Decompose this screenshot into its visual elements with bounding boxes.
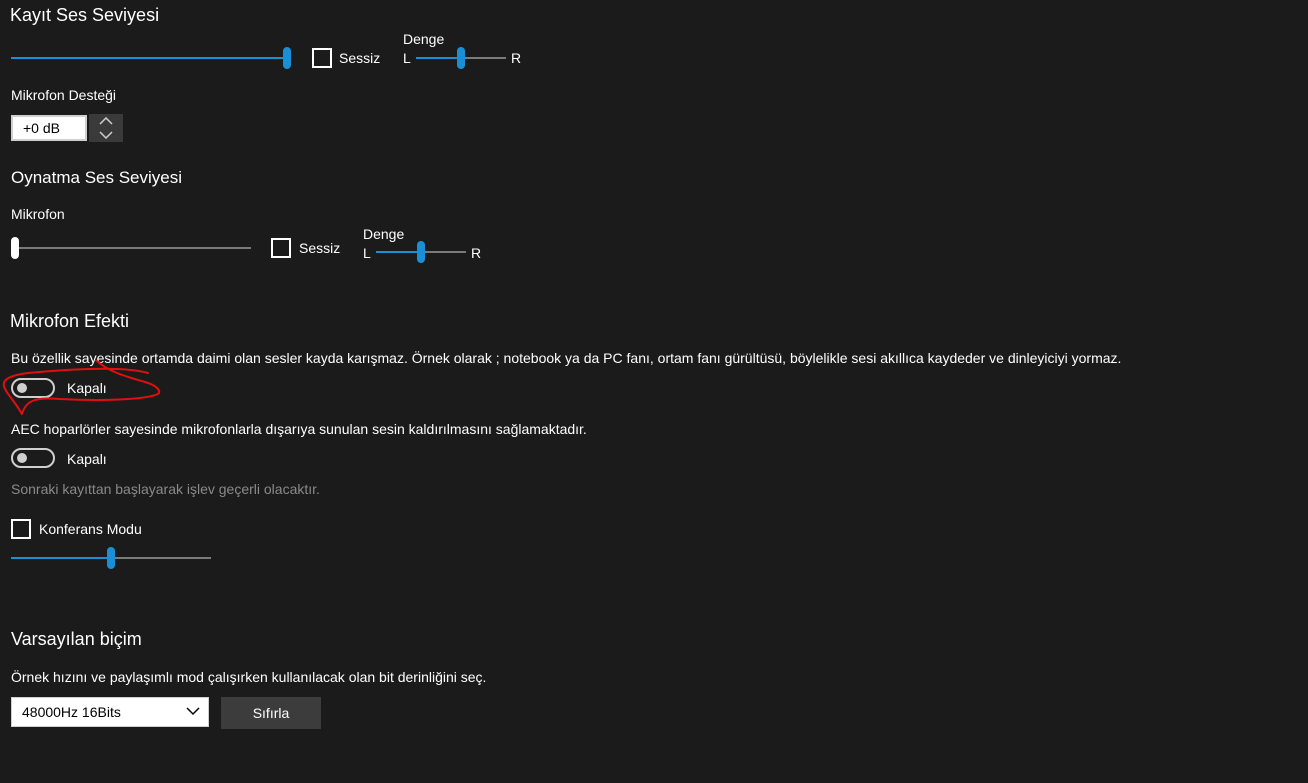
playback-balance-left-label: L bbox=[363, 245, 371, 261]
slider-thumb[interactable] bbox=[457, 47, 465, 69]
playback-mic-label: Mikrofon bbox=[11, 206, 65, 222]
default-format-title: Varsayılan biçim bbox=[11, 629, 142, 649]
toggle-knob bbox=[17, 453, 27, 463]
noise-suppression-description: Bu özellik sayesinde ortamda daimi olan … bbox=[11, 350, 1122, 366]
slider-thumb[interactable] bbox=[283, 47, 291, 69]
recording-mute-checkbox[interactable] bbox=[312, 48, 332, 68]
stepper-down-button[interactable] bbox=[89, 128, 123, 142]
aec-toggle[interactable] bbox=[11, 448, 55, 468]
mic-effect-title: Mikrofon Efekti bbox=[10, 311, 130, 331]
playback-balance-right-label: R bbox=[471, 245, 482, 261]
slider-track bbox=[11, 247, 251, 249]
slider-fill bbox=[376, 251, 421, 253]
conference-mode-label: Konferans Modu bbox=[39, 521, 142, 537]
slider-fill bbox=[11, 57, 287, 59]
slider-thumb[interactable] bbox=[417, 241, 425, 263]
mic-boost-label: Mikrofon Desteği bbox=[11, 87, 117, 103]
slider-fill bbox=[416, 57, 461, 59]
reset-button[interactable]: Sıfırla bbox=[221, 697, 321, 729]
chevron-up-icon bbox=[99, 117, 113, 125]
chevron-down-icon bbox=[186, 707, 200, 716]
default-format-description: Örnek hızını ve paylaşımlı mod çalışırke… bbox=[11, 669, 487, 685]
slider-thumb[interactable] bbox=[11, 237, 19, 259]
recording-mute-label: Sessiz bbox=[339, 50, 381, 66]
mic-boost-stepper[interactable] bbox=[89, 114, 123, 142]
mic-boost-value-field[interactable]: +0 dB bbox=[11, 115, 87, 141]
slider-fill bbox=[11, 557, 111, 559]
chevron-down-icon bbox=[99, 131, 113, 139]
recording-balance-left-label: L bbox=[403, 50, 411, 66]
slider-thumb[interactable] bbox=[107, 547, 115, 569]
playback-volume-title: Oynatma Ses Seviyesi bbox=[11, 168, 183, 187]
format-select[interactable]: 48000Hz 16Bits bbox=[11, 697, 209, 727]
playback-mute-label: Sessiz bbox=[299, 240, 341, 256]
playback-balance-label: Denge bbox=[363, 226, 405, 242]
recording-balance-slider[interactable] bbox=[416, 47, 506, 69]
conference-mode-checkbox[interactable] bbox=[11, 519, 31, 539]
conference-level-slider[interactable] bbox=[11, 547, 211, 569]
format-select-value: 48000Hz 16Bits bbox=[22, 704, 121, 720]
playback-mute-checkbox[interactable] bbox=[271, 238, 291, 258]
red-annotation-circle bbox=[2, 360, 161, 415]
recording-balance-right-label: R bbox=[511, 50, 522, 66]
stepper-up-button[interactable] bbox=[89, 114, 123, 128]
recording-balance-label: Denge bbox=[403, 31, 445, 47]
aec-description: AEC hoparlörler sayesinde mikrofonlarla … bbox=[11, 421, 587, 437]
aec-toggle-label: Kapalı bbox=[67, 451, 107, 467]
playback-balance-slider[interactable] bbox=[376, 241, 466, 263]
recording-volume-slider[interactable] bbox=[11, 47, 291, 69]
playback-volume-slider[interactable] bbox=[11, 237, 251, 259]
recording-volume-title: Kayıt Ses Seviyesi bbox=[10, 5, 160, 25]
effect-note: Sonraki kayıttan başlayarak işlev geçerl… bbox=[11, 481, 320, 497]
